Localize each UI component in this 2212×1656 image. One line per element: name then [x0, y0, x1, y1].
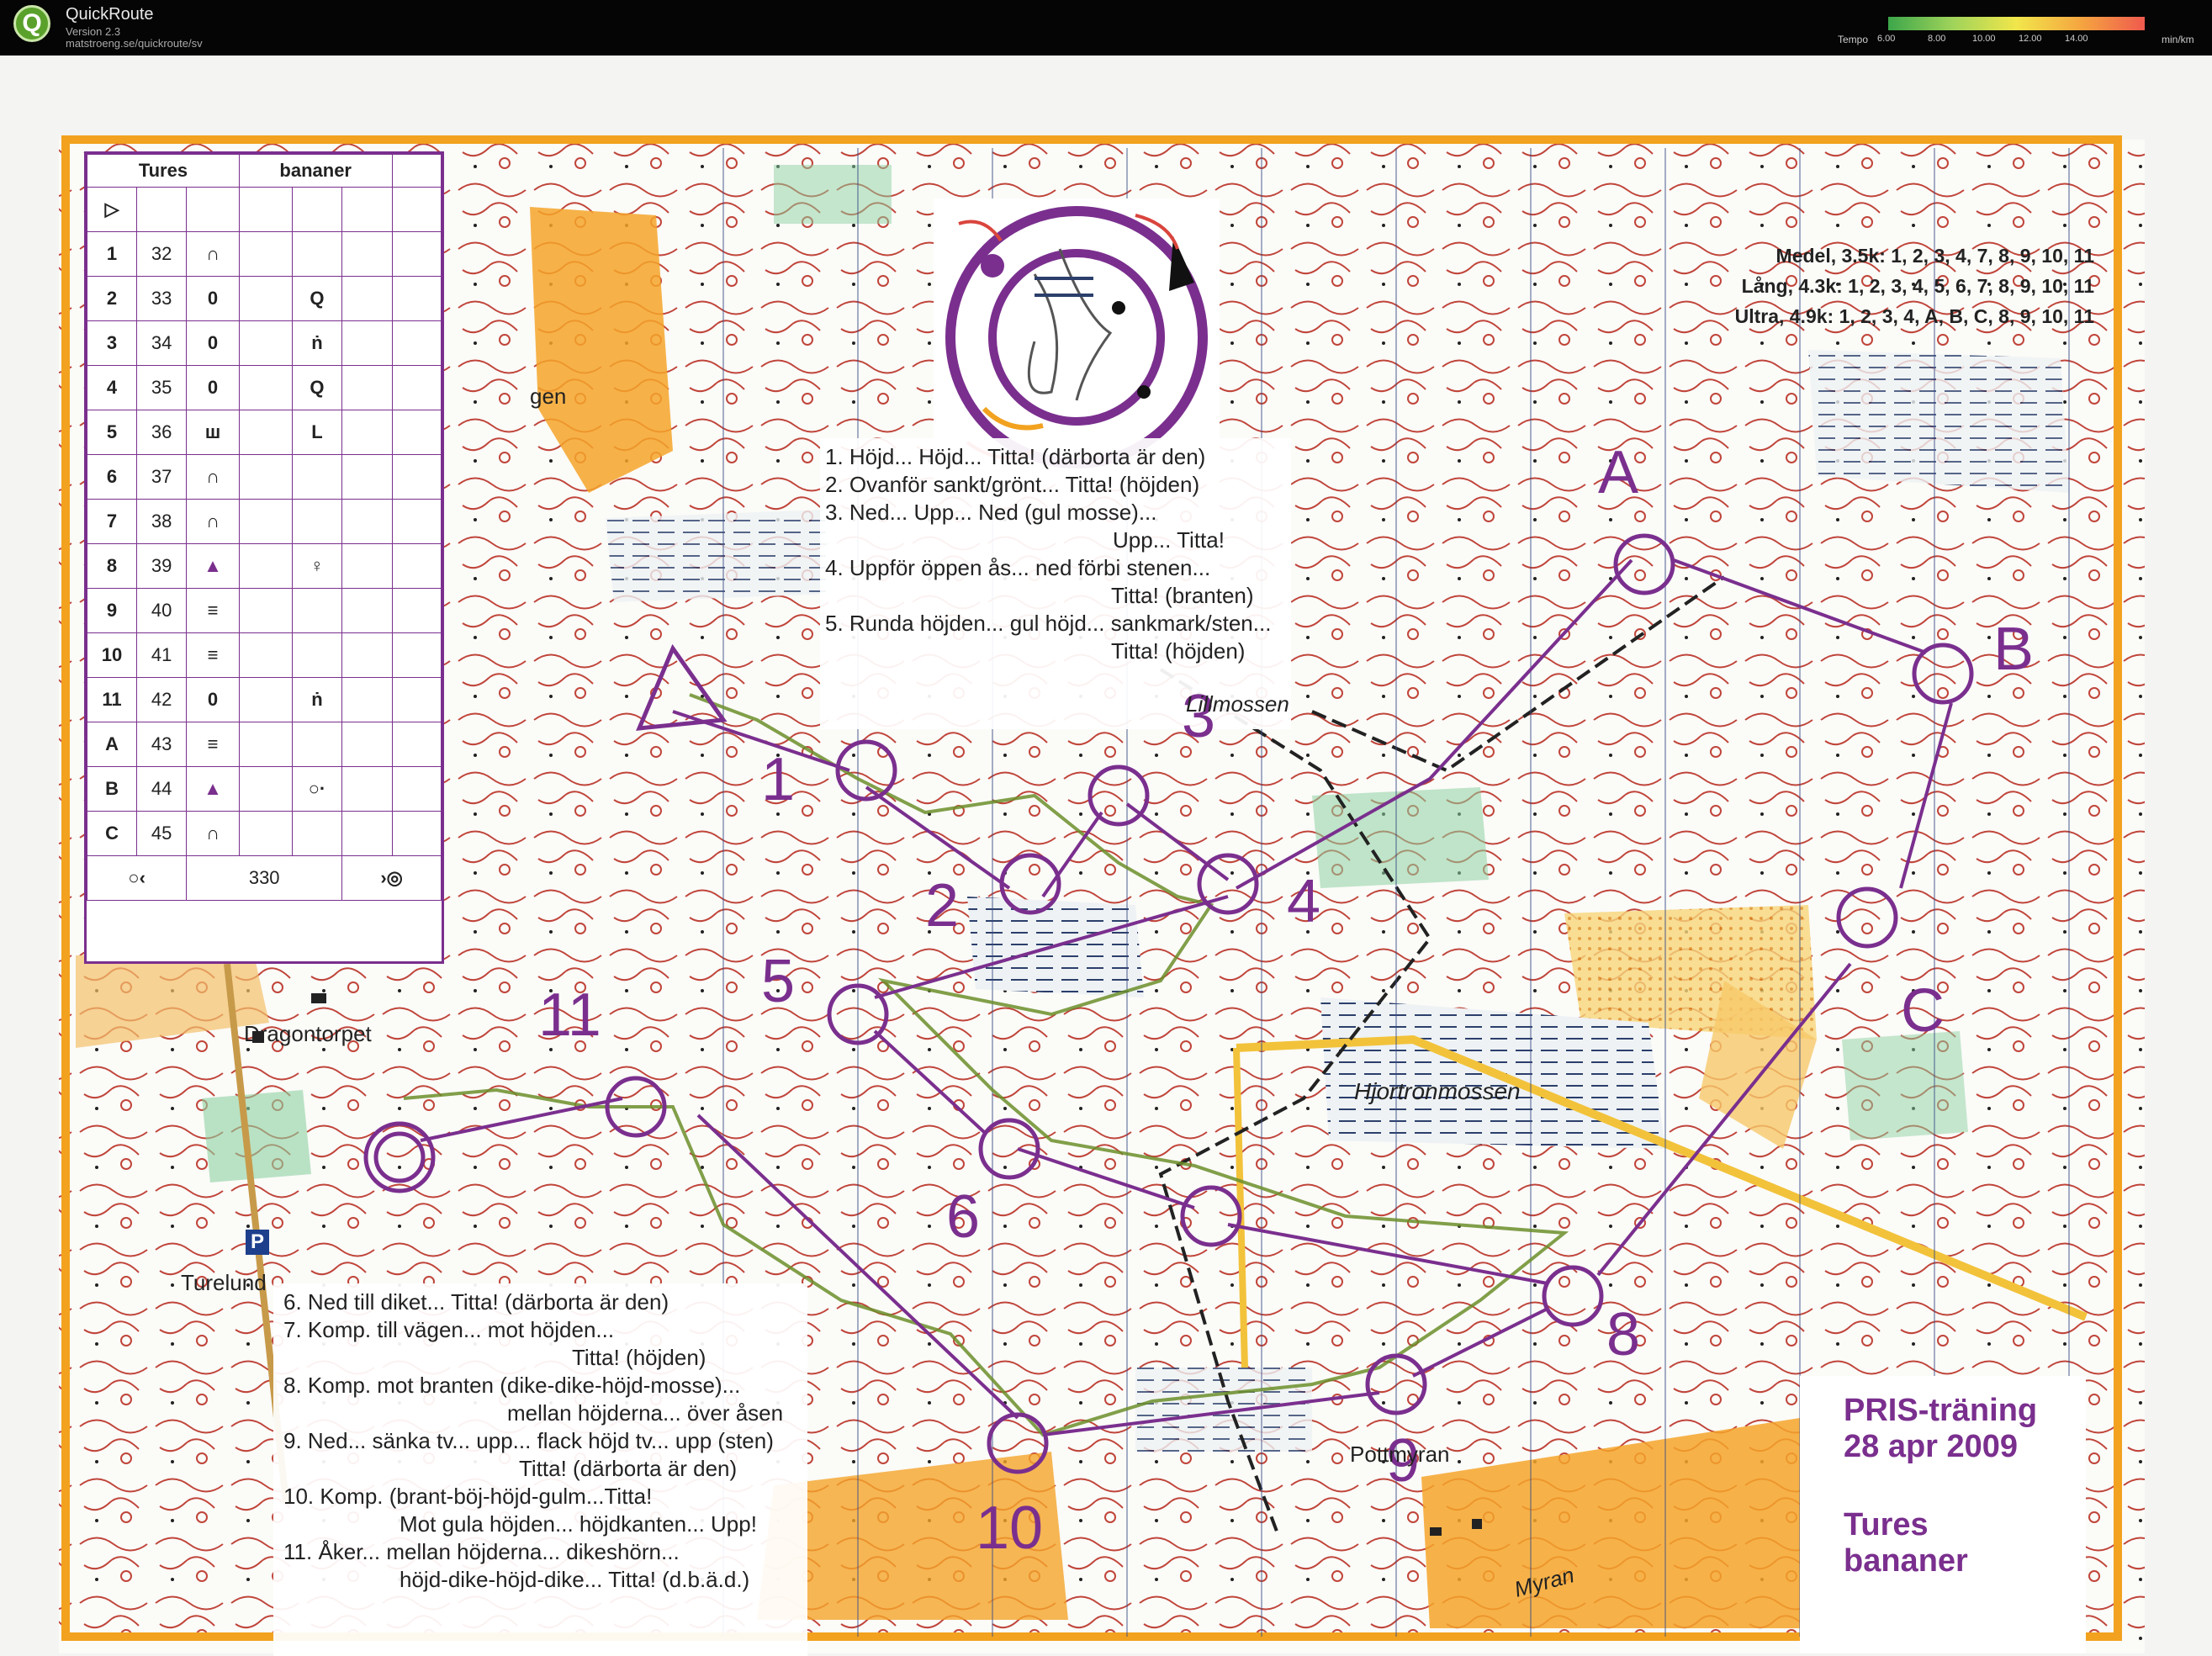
marsh-north [606, 510, 833, 602]
note-line: 4. Uppför öppen ås... ned förbi stenen..… [825, 555, 1211, 580]
green-area [774, 165, 892, 224]
note-line: Titta! (höjden) [1111, 638, 1246, 664]
note-line: Titta! (höjden) [572, 1345, 706, 1370]
note-line: Mot gula höjden... höjdkanten... Upp! [400, 1511, 757, 1537]
title-bar: Q QuickRoute Version 2.3 matstroeng.se/q… [0, 0, 2212, 56]
note-line: 3. Ned... Upp... Ned (gul mosse)... [825, 500, 1157, 525]
course-variants: Medel, 3.5k: 1, 2, 3, 4, 7, 8, 9, 10, 11… [1724, 241, 2094, 331]
event-date: 28 apr 2009 [1844, 1429, 2019, 1464]
variant-line: Ultra, 4.9k: 1, 2, 3, 4, A, B, C, 8, 9, … [1734, 305, 2094, 327]
legend-row: 11 42 0 ṅ [86, 677, 442, 722]
green-area [202, 1090, 311, 1182]
note-line: Titta! (därborta är den) [519, 1456, 738, 1481]
control-number-C: C [1901, 977, 1945, 1045]
control-number-A: A [1598, 439, 1639, 506]
finish-symbol-left: ○‹ [86, 855, 188, 901]
variant-line: Medel, 3.5k: 1, 2, 3, 4, 7, 8, 9, 10, 11 [1775, 245, 2094, 267]
legend-row: 9 40 ≡ [86, 588, 442, 633]
tempo-color-scale [1888, 17, 2145, 30]
control-number-10: 10 [976, 1495, 1044, 1562]
green-area [1312, 787, 1489, 888]
tempo-tick: 8.00 [1928, 34, 1946, 44]
place-turelund: Turelund [181, 1270, 267, 1295]
note-line: 5. Runda höjden... gul höjd... sankmark/… [825, 611, 1272, 636]
tempo-label: Tempo [1838, 34, 1869, 45]
tempo-tick: 14.00 [2065, 34, 2088, 44]
green-area [1842, 1031, 1968, 1140]
marsh-south [1135, 1368, 1312, 1452]
control-description-table: Tures bananer ▷ 1 32 ∩ 2 33 0 Q 3 34 0 ṅ 4 35 0 Q 5… [86, 154, 442, 901]
leg-notes-bottom: 6. Ned till diket... Titta! (därborta är… [273, 1283, 807, 1656]
control-number-2: 2 [925, 872, 960, 939]
note-line: 8. Komp. mot branten (dike-dike-höjd-mos… [283, 1373, 741, 1398]
note-line: Titta! (branten) [1111, 583, 1254, 608]
legend-row: 2 33 0 Q [86, 276, 442, 321]
legend-row: 4 35 0 Q [86, 365, 442, 410]
tempo-tick: 6.00 [1877, 34, 1896, 44]
legend-row: 7 38 ∩ [86, 499, 442, 544]
note-line: 11. Åker... mellan höjderna... dikeshörn… [283, 1539, 680, 1564]
control-number-4: 4 [1287, 868, 1321, 935]
legend-row: 1 32 ∩ [86, 231, 442, 277]
control-number-1: 1 [761, 746, 796, 813]
legend-row: 10 41 ≡ [86, 632, 442, 678]
place-lillmossen: Lillmossen [1186, 691, 1289, 717]
note-line: 1. Höjd... Höjd... Titta! (därborta är d… [825, 444, 1206, 469]
legend-row: C 45 ∩ [86, 811, 442, 856]
tempo-unit: min/km [2162, 34, 2194, 45]
note-line: mellan höjderna... över åsen [507, 1400, 784, 1426]
map-canvas[interactable]: Tures bananer ▷ 1 32 ∩ 2 33 0 Q 3 34 0 ṅ 4 35 0 Q 5… [0, 56, 2212, 1656]
note-line: 10. Komp. (brant-böj-höjd-gulm...Titta! [283, 1484, 653, 1509]
note-line: 7. Komp. till vägen... mot höjden... [283, 1317, 615, 1342]
place-pottmyran: Pottmyran [1350, 1442, 1450, 1467]
event-title: PRIS-träning [1844, 1393, 2038, 1428]
variant-line: Lång, 4.3k: 1, 2, 3, 4, 5, 6, 7, 8, 9, 1… [1741, 275, 2094, 297]
control-number-5: 5 [761, 948, 796, 1015]
app-name: QuickRoute [66, 5, 154, 24]
tempo-tick: 12.00 [2019, 34, 2042, 44]
note-line: 6. Ned till diket... Titta! (därborta är… [283, 1289, 669, 1315]
start-symbol: ▷ [86, 187, 138, 232]
leg-notes-top: 1. Höjd... Höjd... Titta! (därborta är d… [820, 438, 1291, 729]
legend-row: 6 37 ∩ [86, 454, 442, 500]
marsh-north-east [1808, 350, 2069, 493]
course-owner: Tures [1844, 1507, 1929, 1542]
app-version: Version 2.3 [66, 25, 121, 38]
finish-distance: 330 [186, 855, 343, 901]
place-dragontorpet: Dragontorpet [244, 1021, 372, 1046]
note-line: höjd-dike-höjd-dike... Titta! (d.b.ä.d.) [400, 1567, 750, 1592]
legend-row: 5 36 ш L [86, 410, 442, 455]
tempo-tick: 10.00 [1972, 34, 1996, 44]
legend-header-course: Tures [87, 154, 240, 188]
quickroute-window: { "app": { "name": "QuickRoute", "versio… [0, 0, 2212, 1656]
control-number-8: 8 [1606, 1301, 1641, 1368]
place-hjortronmossen: Hjortronmossen [1354, 1078, 1521, 1104]
app-url: matstroeng.se/quickroute/sv [66, 37, 203, 50]
control-description-sheet: Tures bananer ▷ 1 32 ∩ 2 33 0 Q 3 34 0 ṅ 4 35 0 Q 5… [84, 151, 444, 964]
legend-row: A 43 ≡ [86, 722, 442, 767]
control-number-6: 6 [946, 1183, 981, 1251]
map-title-block: PRIS-träning 28 apr 2009 Tures bananer [1800, 1376, 2086, 1653]
control-number-11: 11 [538, 981, 601, 1049]
control-number-B: B [1993, 616, 2035, 683]
quickroute-logo-icon: Q [13, 5, 50, 42]
legend-row: 3 34 0 ṅ [86, 320, 442, 366]
note-line: 9. Ned... sänka tv... upp... flack höjd … [283, 1428, 774, 1453]
note-line: 2. Ovanför sankt/grönt... Titta! (höjden… [825, 472, 1200, 497]
note-line: Upp... Titta! [1113, 527, 1225, 553]
legend-header-name: bananer [238, 154, 393, 188]
course-name: bananer [1844, 1543, 1968, 1579]
place-gen: gen [530, 384, 567, 409]
legend-row: B 44 ▲ ○· [86, 766, 442, 812]
legend-row: 8 39 ▲ ♀ [86, 543, 442, 589]
finish-symbol-right: ›◎ [341, 855, 442, 901]
parking-icon: P [246, 1230, 269, 1255]
